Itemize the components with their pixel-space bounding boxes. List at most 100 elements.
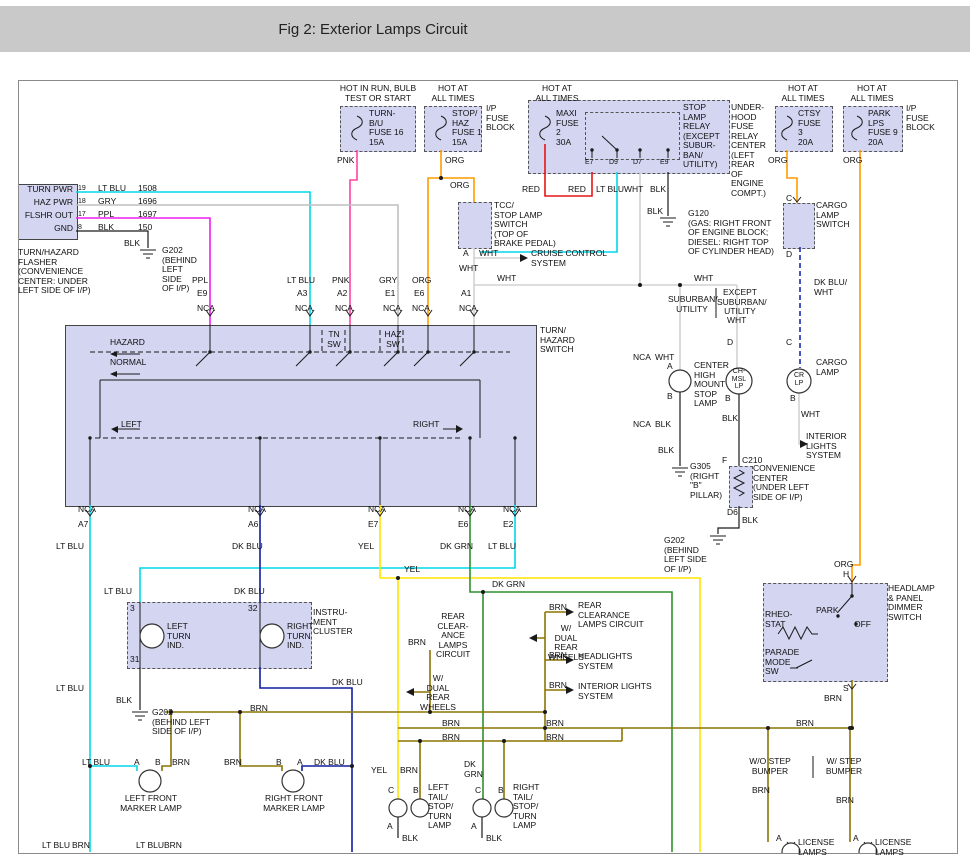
ground-label-g305: G305 (RIGHT "B" PILLAR) (690, 462, 722, 500)
left-turn-ind-label: LEFT TURN IND. (167, 622, 191, 651)
flasher-row: GND (19, 224, 73, 234)
wire-label: BRN (164, 841, 182, 851)
terminal: D9 (609, 159, 618, 167)
suburban-label: SUBURBAN/ UTILITY (668, 295, 716, 314)
nca-label: NCA (503, 505, 521, 515)
flasher-name: TURN/HAZARD FLASHER (CONVENIENCE CENTER:… (18, 248, 91, 296)
rheostat-label: RHEO- STAT (765, 610, 792, 629)
wire-label: BRN (546, 733, 564, 743)
terminal: E7 (368, 520, 378, 530)
pin: 8 (78, 224, 82, 232)
wire-label: BRN (549, 681, 567, 691)
wire-label: BRN (549, 651, 567, 661)
nca-label: NCA (335, 304, 353, 314)
nca-label: NCA (295, 304, 313, 314)
fuse-label-maxi: MAXI FUSE 2 30A (556, 109, 579, 147)
wire-label: PNK (332, 276, 349, 286)
wire-label: ORG (445, 156, 464, 166)
wire-label: BLK (116, 696, 132, 706)
off-label: OFF (854, 620, 871, 630)
right-front-marker-lamp-symbol (282, 770, 304, 792)
wo-step-bumper-label: W/O STEP BUMPER (744, 757, 796, 776)
wire-label: BLK (486, 834, 502, 844)
left-front-marker-lamp-symbol (139, 770, 161, 792)
wire-label: GRY (379, 276, 397, 286)
terminal: D6 (727, 508, 738, 518)
wire-label: LT BLU (136, 841, 164, 851)
power-label: HOT AT ALL TIMES (528, 84, 586, 103)
dual-rear-wheels-left-arrow-icon (406, 688, 414, 696)
fuse-label-stop-haz: STOP/ HAZ FUSE 1 15A (452, 109, 482, 147)
circuit-number: 1697 (138, 210, 157, 220)
interior-lights-label: INTERIOR LIGHTS SYSTEM (578, 682, 652, 701)
normal-arrow-icon (110, 371, 117, 377)
chmsl-label: CENTER HIGH MOUNT STOP LAMP (694, 361, 729, 409)
power-label: HOT AT ALL TIMES (842, 84, 902, 103)
terminal: A2 (337, 289, 347, 299)
wires-pnk (350, 150, 357, 325)
flasher-row: HAZ PWR (19, 198, 73, 208)
wire-label: BRN (224, 758, 242, 768)
wire-label: WHT (727, 316, 746, 326)
wire-label: BRN (400, 766, 418, 776)
wire-label: BLK (124, 239, 140, 249)
switch-internal-lines (90, 325, 515, 505)
cr-lp-label: CR LP (789, 372, 809, 387)
terminal: A (134, 758, 140, 768)
ground-symbols (132, 218, 726, 720)
wire-label: BRN (72, 841, 90, 851)
wire-label: LT BLU (56, 542, 84, 552)
terminal: A (297, 758, 303, 768)
switch-hazard-label: HAZARD (110, 338, 145, 348)
terminal: H (843, 570, 849, 580)
nca-label: NCA (458, 505, 476, 515)
right-turn-ind-label: RIGHT TURN IND. (287, 622, 313, 651)
wire-label: BRN (546, 719, 564, 729)
terminal: C (388, 786, 394, 796)
interior-lights-label: INTERIOR LIGHTS SYSTEM (806, 432, 847, 461)
except-suburban-label: EXCEPT SUBURBAN/ UTILITY (717, 288, 763, 317)
tn-sw-label: TN SW (324, 330, 344, 349)
pin: 18 (78, 198, 86, 206)
wire-label: LT BLU (104, 587, 132, 597)
power-label: HOT IN RUN, BULB TEST OR START (332, 84, 424, 103)
terminal: E9 (660, 159, 669, 167)
parade-mode-label: PARADE MODE SW (765, 648, 799, 677)
wire-label: WHT (801, 410, 820, 420)
wire-label: BLK (647, 207, 663, 217)
stop-lamp-relay-label: STOP LAMP RELAY (EXCEPT SUBUR- BAN/ UTIL… (683, 103, 720, 170)
wire-label: BRN (442, 719, 460, 729)
wire-label: DK BLU/ WHT (814, 278, 847, 297)
wire-label: GRY (98, 197, 116, 207)
fuse-label-turn-bu: TURN- B/U FUSE 16 15A (369, 109, 404, 147)
chmsl-lp-label: CH- MSL LP (728, 368, 750, 391)
right-tail-lamp-symbol-2 (495, 799, 513, 817)
convenience-center-element-symbol (734, 470, 744, 496)
ground-g202-cluster (132, 712, 148, 720)
wire-label: LT BLU (42, 841, 70, 851)
park-label: PARK (816, 606, 839, 616)
wire-label: BLK (402, 834, 418, 844)
wire-label: ORG (412, 276, 431, 286)
rear-clearance-label: REAR CLEAR- ANCE LAMPS CIRCUIT (436, 612, 470, 660)
dual-rear-wheels-arrow-icon (529, 634, 537, 642)
wire-label: DK BLU (234, 587, 265, 597)
terminal: A (387, 822, 393, 832)
wiring-diagram-page: Fig 2: Exterior Lamps Circuit (0, 0, 970, 864)
terminal: C (786, 194, 792, 204)
wire-label: RED (568, 185, 586, 195)
nca-label: NCA (633, 420, 651, 430)
wire-label: BRN (549, 603, 567, 613)
right-arrow-icon (456, 425, 463, 433)
left-arrow-icon (111, 426, 118, 433)
terminal: B (667, 392, 673, 402)
nca-label: NCA (78, 505, 96, 515)
nca-label: NCA (368, 505, 386, 515)
right-turn-indicator-symbol (260, 624, 284, 648)
nca-label: NCA (459, 304, 477, 314)
terminal: B (498, 786, 504, 796)
wires-org (428, 150, 860, 583)
left-tail-lamp-symbol-1 (389, 799, 407, 817)
wire-label: LT BLU (488, 542, 516, 552)
left-front-marker-label: LEFT FRONT MARKER LAMP (112, 794, 190, 813)
